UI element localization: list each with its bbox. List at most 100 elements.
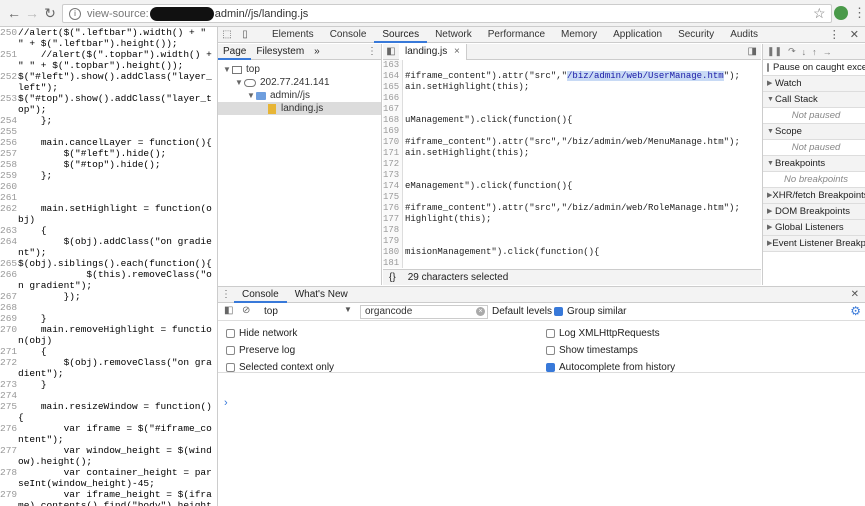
tree-item-frame[interactable]: ▼ top [218,63,381,76]
source-line: 269 } [0,313,217,324]
gutter-line-number[interactable]: 165 [383,82,403,93]
checkbox[interactable] [546,345,555,355]
step-over-icon[interactable]: ↷ [788,46,796,57]
gutter-line-number[interactable]: 173 [383,170,403,181]
line-number: 271 [0,346,18,357]
pause-icon[interactable]: ❚❚ [767,46,782,57]
console-option[interactable]: Preserve log [226,343,295,357]
gutter-line-number[interactable]: 163 [383,60,403,71]
tab-network[interactable]: Network [427,27,480,43]
gutter-line-number[interactable]: 176 [383,203,403,214]
console-option[interactable]: Selected context only [226,360,334,374]
gutter-line-number[interactable]: 180 [383,247,403,258]
clear-console-icon[interactable]: ⊘ [242,305,250,316]
gutter-line-number[interactable]: 175 [383,192,403,203]
section-scope[interactable]: ▼ Scope [763,124,865,140]
close-tab-icon[interactable]: × [454,46,460,57]
device-toggle-icon[interactable]: ▯ [236,27,254,43]
tree-item-folder[interactable]: ▼ admin//js [218,89,381,102]
gutter-line-number[interactable]: 164 [383,71,403,82]
console-option[interactable]: Show timestamps [546,343,638,357]
log-levels-dropdown[interactable]: Default levels ▾ [492,305,560,319]
section-call-stack[interactable]: ▼ Call Stack [763,92,865,108]
gutter-line-number[interactable]: 171 [383,148,403,159]
reload-button[interactable]: ↻ [40,3,60,23]
tab-memory[interactable]: Memory [553,27,605,43]
toggle-navigator-icon[interactable]: ◧ [383,46,399,57]
checkbox[interactable] [546,328,555,338]
section-xhr-breakpoints[interactable]: ▶ XHR/fetch Breakpoints [763,188,865,204]
tab-performance[interactable]: Performance [480,27,553,43]
section-dom-breakpoints[interactable]: ▶ DOM Breakpoints [763,204,865,220]
gutter-line-number[interactable]: 172 [383,159,403,170]
tree-item-cloud[interactable]: ▼ 202.77.241.141 [218,76,381,89]
gutter-line-number[interactable]: 166 [383,93,403,104]
gutter-line-number[interactable]: 170 [383,137,403,148]
tab-sources[interactable]: Sources [374,27,428,43]
checkbox[interactable] [226,362,235,372]
section-watch[interactable]: ▶ Watch [763,76,865,92]
console-prompt[interactable]: › [224,397,228,409]
group-similar-option[interactable]: Group similar [554,306,626,317]
devtools-menu-icon[interactable]: ⋮ [829,28,840,41]
clear-filter-icon[interactable]: × [476,307,485,316]
forward-button[interactable]: → [22,3,42,23]
tab-audits[interactable]: Audits [722,27,766,43]
checkbox[interactable] [226,328,235,338]
close-drawer-icon[interactable]: ✕ [851,289,865,300]
address-bar[interactable]: i view-source: admin//js/landing.js [62,4,832,23]
gutter-line-number[interactable]: 181 [383,258,403,268]
back-button[interactable]: ← [4,3,24,23]
checkbox[interactable] [546,362,555,372]
console-filter-input[interactable]: organcode [360,305,488,319]
toggle-debugger-icon[interactable]: ◨ [748,46,757,57]
line-code: var container_height = parseInt(window_h… [18,467,212,489]
code-area[interactable]: 163 164 #iframe_content").attr("src","/biz… [383,60,761,268]
console-option[interactable]: Log XMLHttpRequests [546,326,660,340]
tab-console[interactable]: Console [234,287,287,303]
gutter-line-number[interactable]: 179 [383,236,403,247]
pretty-print-button[interactable]: {} [389,272,396,283]
section-global-listeners[interactable]: ▶ Global Listeners [763,220,865,236]
editor-tab-landing[interactable]: landing.js × [399,43,467,60]
navigator-menu-icon[interactable]: ⋮ [367,46,381,57]
tree-item-file[interactable]: landing.js [218,102,381,115]
console-option[interactable]: Autocomplete from history [546,360,675,374]
gear-icon[interactable]: ⚙ [850,304,861,318]
step-icon[interactable]: → [823,47,832,57]
step-into-icon[interactable]: ↓ [802,47,807,57]
section-breakpoints[interactable]: ▼ Breakpoints [763,156,865,172]
browser-menu-icon[interactable]: ⋮ [853,5,865,21]
tab-elements[interactable]: Elements [264,27,322,43]
tab-filesystem[interactable]: Filesystem [251,44,309,60]
console-option[interactable]: Hide network [226,326,297,340]
checkbox[interactable] [767,63,769,72]
gutter-line-number[interactable]: 169 [383,126,403,137]
tab-console[interactable]: Console [322,27,375,43]
tab-page[interactable]: Page [218,44,252,60]
section-event-listener-breakpoints[interactable]: ▶Event Listener Breakpoints [763,236,865,252]
gutter-line-number[interactable]: 178 [383,225,403,236]
checkbox[interactable] [226,345,235,355]
gutter-line-number[interactable]: 174 [383,181,403,192]
inspect-icon[interactable]: ⬚ [218,27,236,43]
gutter-line-number[interactable]: 167 [383,104,403,115]
gutter-line-number[interactable]: 168 [383,115,403,126]
sidebar-toggle-icon[interactable]: ◧ [224,305,233,316]
tab-whats-new[interactable]: What's New [287,287,356,303]
gutter-line-number[interactable]: 177 [383,214,403,225]
tab-security[interactable]: Security [670,27,722,43]
tab-application[interactable]: Application [605,27,670,43]
context-selector[interactable]: top [264,305,354,319]
pause-on-caught-option[interactable]: Pause on caught exce… [763,60,865,76]
close-devtools-icon[interactable]: ✕ [850,28,859,41]
extension-icon[interactable] [834,6,848,20]
info-icon[interactable]: i [69,7,81,20]
more-tabs-icon[interactable]: » [309,44,325,60]
step-out-icon[interactable]: ↑ [812,47,817,57]
bookmark-star-icon[interactable]: ☆ [813,5,826,22]
checkbox[interactable] [554,307,563,316]
drawer-menu-icon[interactable]: ⋮ [218,289,234,300]
